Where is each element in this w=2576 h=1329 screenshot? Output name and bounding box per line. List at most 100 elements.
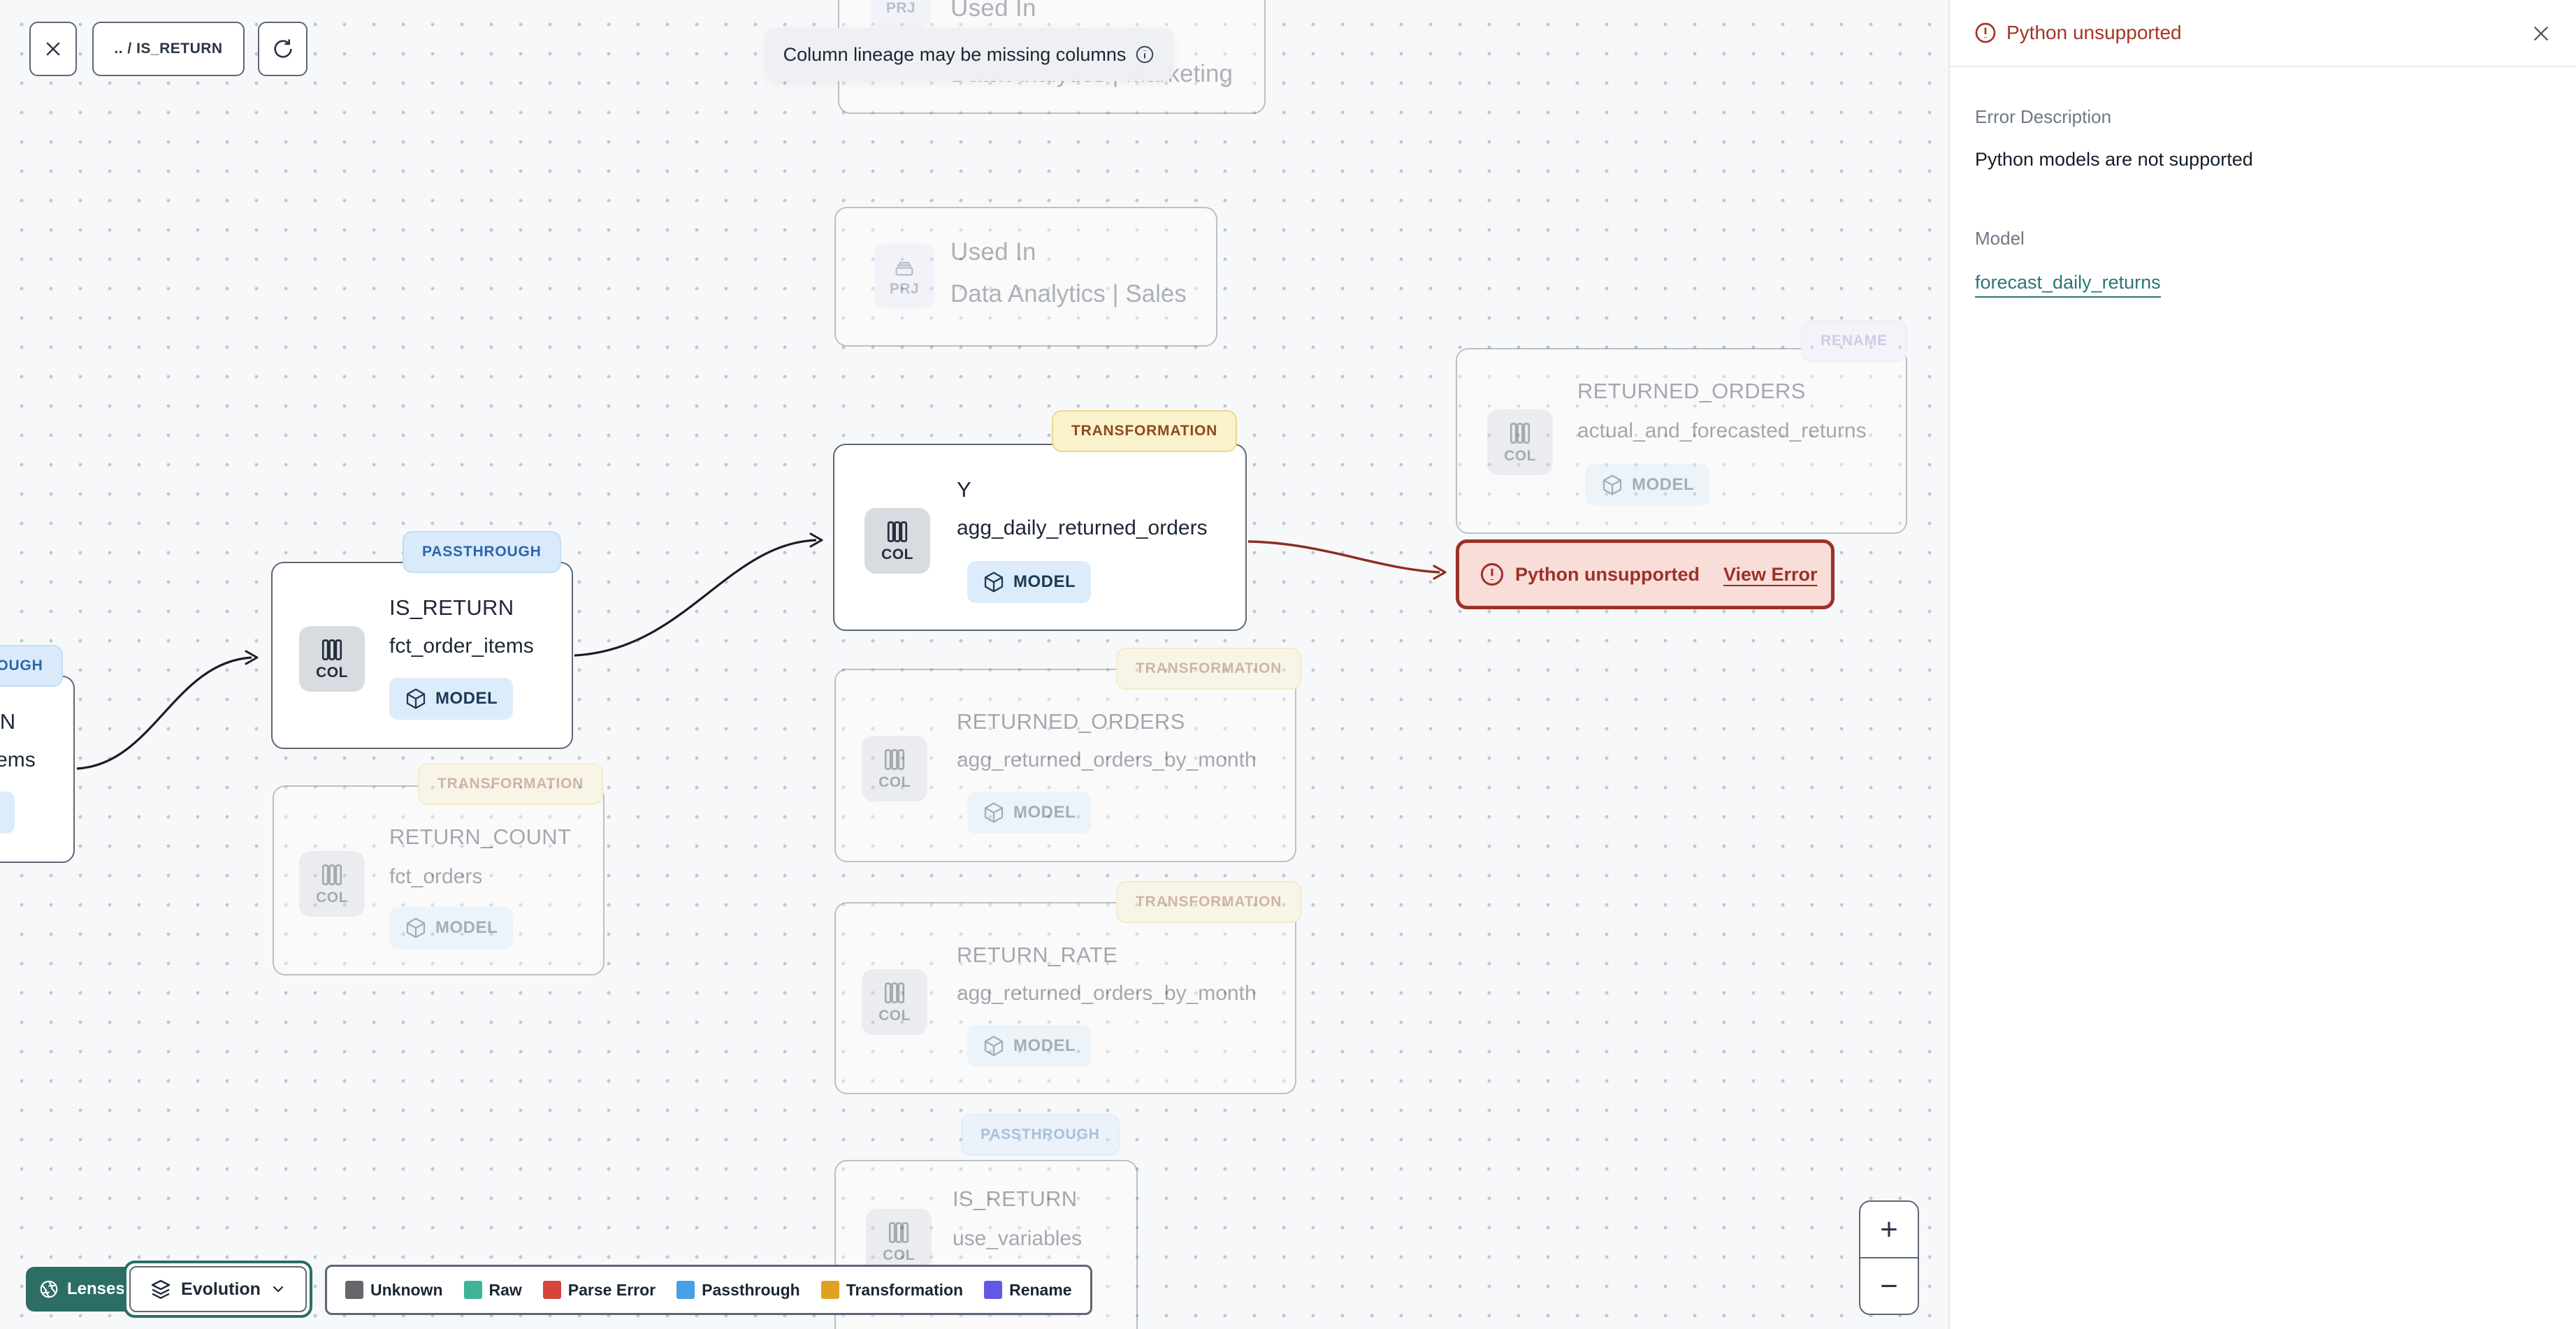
model-label: MODEL [1013,572,1076,591]
aperture-icon [38,1279,59,1300]
kind-label: COL [316,889,348,906]
node-actual-and-forecasted-returns[interactable]: RENAME COL RETURNED_ORDERS actual_and_fo… [1456,320,1907,534]
node-title: RETURNED_ORDERS [1577,379,1806,403]
columns-icon [882,980,907,1005]
error-panel-title: Python unsupported [2006,22,2182,43]
lens-badge-passthrough: PASSTHROUGH [403,531,561,573]
error-description-label: Error Description [1975,106,2112,127]
node-subtitle: use_variables [953,1227,1083,1250]
kind-label: COL [881,546,913,562]
model-label: MODEL [1013,803,1076,822]
legend-swatch [820,1281,839,1299]
node-title: IS_RETURN [953,1186,1078,1211]
lens-badge-rename: RENAME [1801,320,1907,362]
lens-badge-transformation: TRANSFORMATION [1052,410,1238,452]
layers-icon [150,1278,172,1300]
model-badge: MODEL [1586,464,1710,506]
node-subtitle: Data Analytics | Sales [950,280,1187,307]
cube-icon [405,917,427,939]
model-label: MODEL [435,689,498,708]
node-fct-orders[interactable]: TRANSFORMATION COL RETURN_COUNT fct_orde… [273,763,605,975]
project-icon [892,255,916,279]
info-icon[interactable] [1134,44,1155,65]
zoom-out-button[interactable]: − [1860,1257,1918,1314]
node-title: IS_RETURN [389,595,514,620]
kind-label: COL [878,1007,911,1024]
cube-icon [1601,474,1623,496]
close-icon [43,38,64,59]
node-title: Used In [950,0,1036,22]
warning-icon [1479,561,1505,588]
column-kind-badge: COL [864,508,930,574]
lineage-warning-banner: Column lineage may be missing columns [765,28,1173,81]
kind-label: PRJ [885,0,916,16]
lens-badge-transformation: TRANSFORMATION [418,763,604,805]
selected-lens-label: Evolution [181,1279,261,1299]
kind-label: COL [883,1247,915,1263]
legend-item-unknown: Unknown [345,1281,443,1300]
lens-legend: Unknown Raw Parse Error Passthrough Tran… [325,1265,1092,1315]
column-kind-badge: COL [299,851,365,917]
lens-badge-passthrough: PASSTHROUGH [961,1114,1120,1156]
node-title: Y [957,477,971,502]
close-icon [2530,22,2552,45]
columns-icon [319,637,345,662]
legend-swatch [542,1281,561,1299]
node-agg-daily-returned-orders[interactable]: TRANSFORMATION COL Y agg_daily_returned_… [833,410,1247,631]
column-kind-badge: COL [299,626,365,692]
lens-badge-passthrough: PASSTHROUGH [0,645,63,687]
node-subtitle: fct_orders [389,865,483,888]
model-label: MODEL [1632,475,1695,494]
node-title: RETURN_RATE [957,943,1118,967]
lens-badge-transformation: TRANSFORMATION [1116,881,1302,923]
model-link[interactable]: forecast_daily_returns [1975,272,2161,298]
node-subtitle: fct_order_items [389,634,534,658]
model-badge: MODEL [0,792,15,834]
columns-icon [1507,421,1533,446]
legend-swatch [984,1281,1003,1299]
node-title: RETURN_COUNT [389,825,572,849]
kind-label: COL [316,664,348,681]
refresh-icon [272,38,294,60]
lens-badge-transformation: TRANSFORMATION [1116,648,1302,690]
columns-icon [882,747,907,772]
close-lineage-button[interactable] [29,22,77,76]
model-badge: MODEL [967,561,1092,603]
node-subtitle: actual_and_forecasted_returns [1577,419,1867,442]
node-upstream-fct-order-items[interactable]: PASSTHROUGH IS_RETURN fct_order_items MO… [0,645,75,863]
breadcrumb[interactable]: .. / IS_RETURN [92,22,245,76]
error-chip-label: Python unsupported [1515,563,1700,585]
node-agg-returned-orders-by-month[interactable]: TRANSFORMATION COL RETURNED_ORDERS agg_r… [834,648,1302,862]
legend-item-parse-error: Parse Error [542,1280,656,1300]
zoom-controls: + − [1859,1200,1919,1315]
columns-icon [885,519,910,544]
node-used-in-sales[interactable]: PRJ Used In Data Analytics | Sales [834,207,1217,347]
project-kind-badge: PRJ [871,0,931,28]
node-fct-order-items[interactable]: PASSTHROUGH COL IS_RETURN fct_order_item… [271,531,573,749]
legend-label: Passthrough [702,1280,800,1299]
node-return-rate[interactable]: TRANSFORMATION COL RETURN_RATE agg_retur… [834,881,1302,1094]
error-panel-header: Python unsupported [1950,0,2576,67]
lens-selector-dropdown[interactable]: Evolution [124,1261,312,1318]
view-error-link[interactable]: View Error [1723,564,1818,586]
legend-label: Rename [1009,1280,1072,1299]
breadcrumb-label: .. / IS_RETURN [114,41,223,57]
python-unsupported-error-chip[interactable]: Python unsupported View Error [1456,539,1835,609]
warning-icon [1974,21,1997,45]
zoom-in-button[interactable]: + [1860,1202,1918,1257]
model-badge: MODEL [389,678,514,720]
kind-label: PRJ [889,280,920,297]
columns-icon [319,862,345,887]
close-panel-button[interactable] [2526,18,2556,49]
node-subtitle: agg_daily_returned_orders [957,516,1208,539]
lenses-label: Lenses [67,1279,125,1298]
banner-text: Column lineage may be missing columns [783,43,1127,65]
error-panel-body: Error Description Python models are not … [1950,67,2576,337]
cube-icon [983,571,1005,593]
legend-label: Parse Error [567,1280,656,1299]
legend-label: Transformation [846,1280,964,1299]
legend-item-rename: Rename [984,1280,1072,1300]
project-kind-badge: PRJ [874,243,934,309]
node-title: Used In [950,238,1036,266]
refresh-button[interactable] [258,22,307,76]
